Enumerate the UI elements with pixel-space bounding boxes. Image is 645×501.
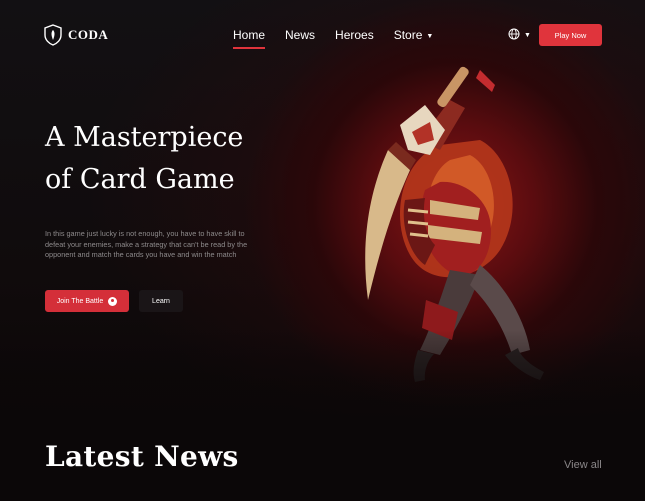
- nav-item-news[interactable]: News: [285, 28, 315, 42]
- join-battle-button[interactable]: Join The Battle: [45, 290, 129, 312]
- join-battle-label: Join The Battle: [56, 297, 104, 305]
- nav-item-label: News: [285, 28, 316, 42]
- learn-button[interactable]: Learn: [139, 290, 183, 312]
- play-now-button[interactable]: Play Now: [539, 24, 602, 46]
- shield-icon: [44, 24, 62, 46]
- chevron-down-icon: ▼: [426, 32, 434, 40]
- view-all-link[interactable]: View all: [564, 459, 602, 471]
- nav-item-heroes[interactable]: Heroes: [335, 28, 374, 42]
- nav-item-label: Home: [233, 28, 266, 42]
- steam-icon: [108, 296, 118, 306]
- hero-bottom-fade: [0, 330, 645, 440]
- brand-name: CODA: [68, 27, 109, 42]
- nav-item-label: Store: [393, 28, 423, 42]
- nav-item-home[interactable]: Home: [233, 28, 266, 49]
- chevron-down-icon: ▼: [524, 31, 531, 39]
- nav-item-label: Heroes: [335, 28, 374, 42]
- hero-description: In this game just lucky is not enough, y…: [45, 229, 248, 259]
- main-nav: Home News Heroes Store ▼: [233, 28, 453, 49]
- language-selector[interactable]: ▼: [508, 28, 531, 40]
- latest-news-title: Latest News: [45, 440, 239, 473]
- hero-title: A Masterpiece of Card Game: [45, 122, 244, 195]
- globe-icon: [508, 28, 520, 40]
- brand-logo[interactable]: CODA: [44, 24, 108, 46]
- nav-item-store[interactable]: Store ▼: [394, 28, 434, 42]
